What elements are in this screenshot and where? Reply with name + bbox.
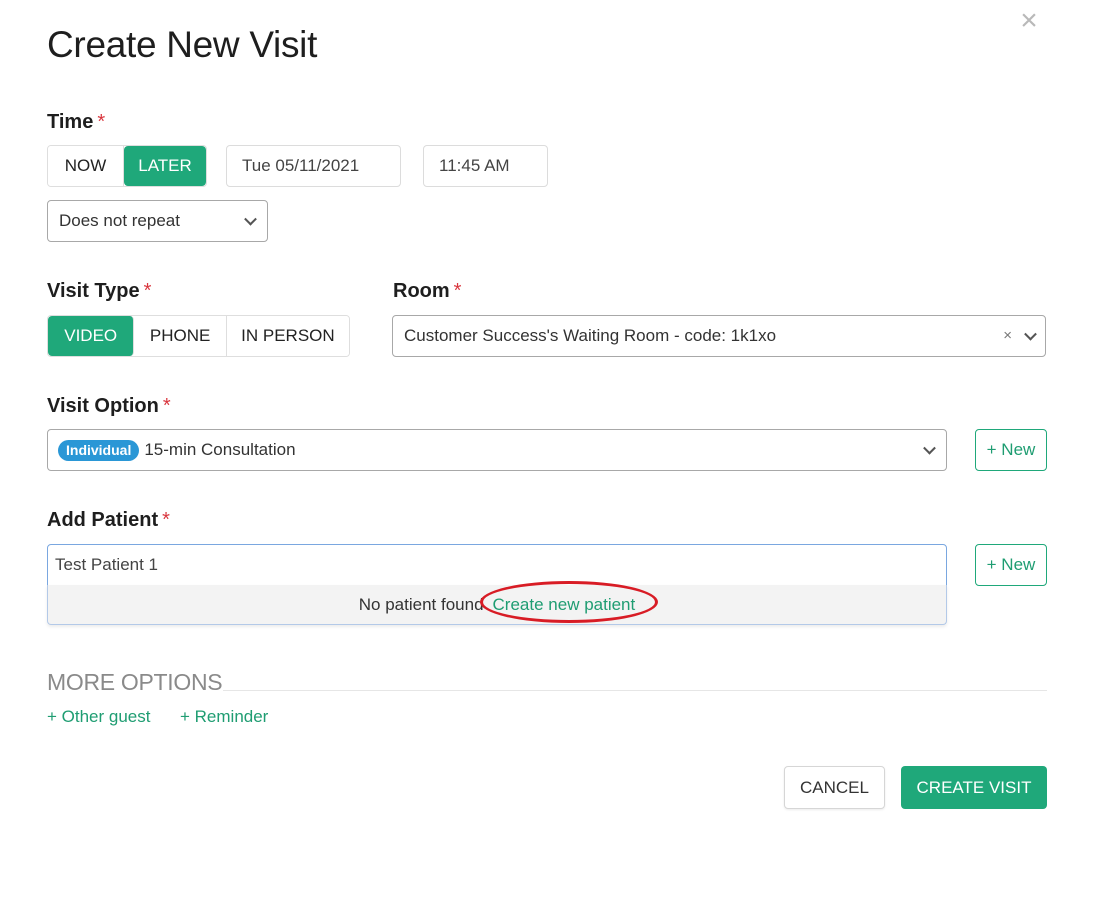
new-visit-option-button[interactable]: + New — [975, 429, 1047, 471]
time-label-text: Time — [47, 111, 94, 133]
required-mark: * — [162, 395, 171, 417]
patient-search-input[interactable]: Test Patient 1 — [47, 544, 947, 586]
create-new-patient-link[interactable]: Create new patient — [493, 595, 636, 615]
clear-icon[interactable]: × — [1003, 328, 1012, 343]
time-field[interactable]: 11:45 AM — [423, 145, 548, 187]
add-other-guest-link[interactable]: + Other guest — [47, 707, 150, 727]
divider — [223, 690, 1047, 691]
repeat-select[interactable]: Does not repeat — [47, 200, 268, 242]
room-label-text: Room — [393, 280, 450, 302]
visit-option-label-text: Visit Option — [47, 395, 159, 417]
room-select[interactable]: Customer Success's Waiting Room - code: … — [392, 315, 1046, 357]
visit-type-toggle: VIDEO PHONE IN PERSON — [47, 315, 350, 357]
create-visit-button[interactable]: CREATE VISIT — [901, 766, 1047, 809]
dialog-title: Create New Visit — [47, 24, 318, 65]
new-patient-button[interactable]: + New — [975, 544, 1047, 586]
individual-badge: Individual — [58, 439, 140, 461]
chevron-down-icon — [244, 212, 257, 226]
required-mark: * — [453, 280, 462, 302]
room-label: Room * — [393, 280, 461, 303]
video-button[interactable]: VIDEO — [48, 316, 135, 356]
time-label: Time * — [47, 111, 105, 134]
required-mark: * — [97, 111, 106, 133]
time-mode-toggle: NOW LATER — [47, 145, 207, 187]
patient-dropdown: No patient found Create new patient — [47, 585, 947, 625]
chevron-down-icon — [1024, 327, 1037, 341]
visit-option-select[interactable]: Individual 15-min Consultation — [47, 429, 947, 471]
close-icon[interactable]: × — [1016, 6, 1042, 36]
cancel-button[interactable]: CANCEL — [784, 766, 885, 809]
room-select-value: Customer Success's Waiting Room - code: … — [404, 326, 777, 345]
more-options-title: MORE OPTIONS — [47, 669, 223, 695]
required-mark: * — [143, 280, 152, 302]
repeat-select-value: Does not repeat — [59, 211, 180, 230]
required-mark: * — [162, 509, 170, 531]
visit-type-label-text: Visit Type — [47, 280, 140, 302]
later-button[interactable]: LATER — [124, 146, 206, 186]
in-person-button[interactable]: IN PERSON — [226, 316, 349, 356]
add-reminder-link[interactable]: + Reminder — [180, 707, 268, 727]
visit-type-label: Visit Type * — [47, 280, 151, 303]
visit-option-label: Visit Option * — [47, 395, 171, 418]
phone-button[interactable]: PHONE — [134, 316, 227, 356]
add-patient-label-text: Add Patient — [47, 509, 159, 531]
add-patient-label: Add Patient * — [47, 509, 170, 532]
chevron-down-icon — [923, 441, 936, 455]
no-patient-message: No patient found — [358, 594, 484, 614]
visit-option-value: 15-min Consultation — [144, 440, 296, 459]
date-field[interactable]: Tue 05/11/2021 — [226, 145, 401, 187]
now-button[interactable]: NOW — [48, 146, 125, 186]
